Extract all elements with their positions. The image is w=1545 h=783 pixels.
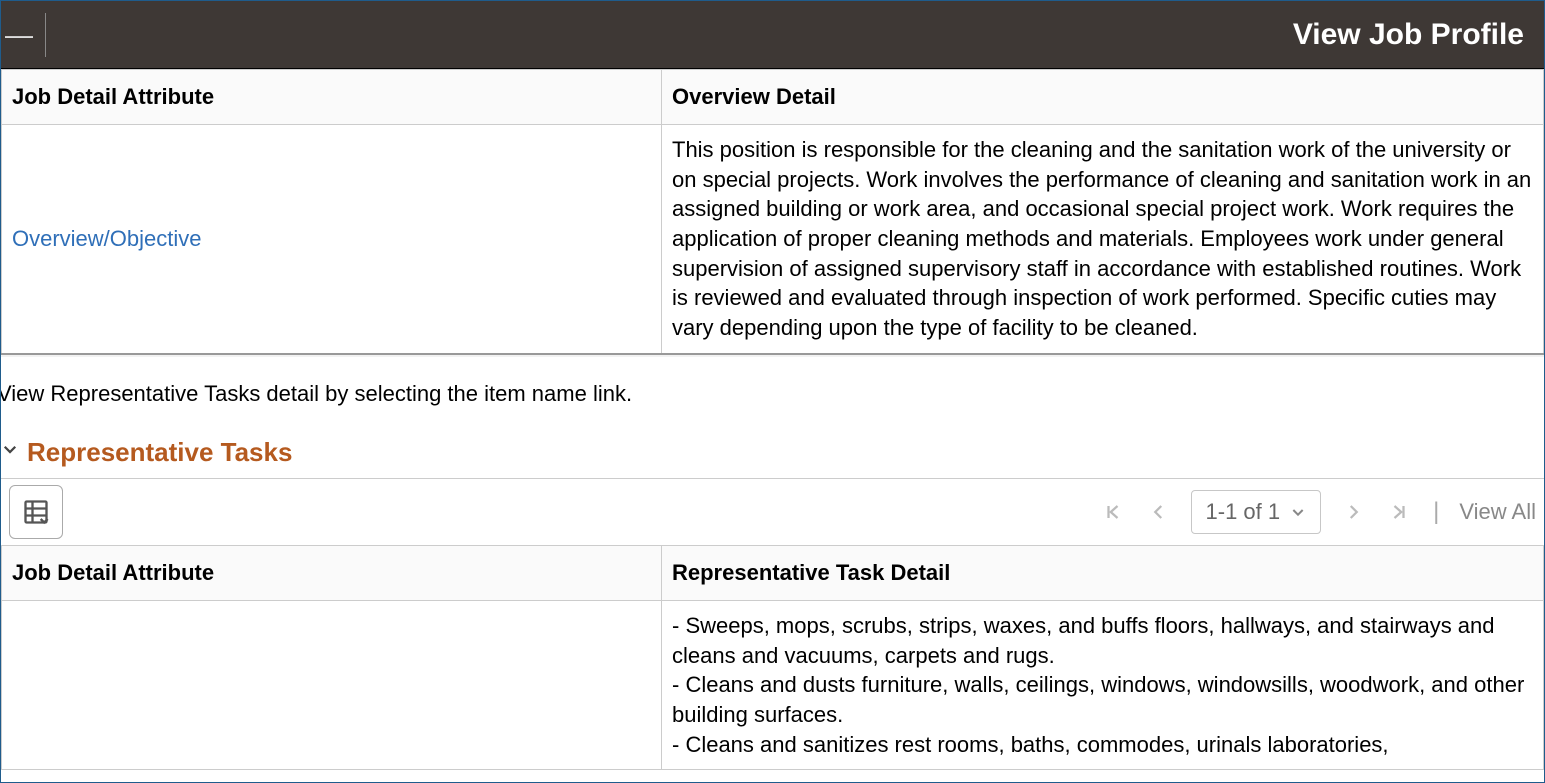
tasks-col-detail: Representative Task Detail [662, 545, 1544, 600]
tasks-instruction: View Representative Tasks detail by sele… [0, 355, 1544, 433]
chevron-down-icon [1, 440, 19, 464]
pager-range-button[interactable]: 1-1 of 1 [1191, 490, 1322, 534]
table-row: Overview/Objective This position is resp… [2, 125, 1544, 354]
pager-separator: | [1431, 498, 1441, 526]
last-page-icon [1390, 501, 1408, 523]
pager: 1-1 of 1 | View All [1099, 490, 1536, 534]
header-divider [45, 13, 46, 57]
overview-detail-cell: This position is responsible for the cle… [662, 125, 1544, 354]
overview-col-attr: Job Detail Attribute [2, 70, 662, 125]
tasks-detail-cell: - Sweeps, mops, scrubs, strips, waxes, a… [662, 600, 1544, 769]
representative-tasks-header[interactable]: Representative Tasks [1, 433, 1544, 478]
chevron-left-icon [1150, 501, 1168, 523]
page-header: — View Job Profile [1, 1, 1544, 69]
menu-toggle-icon[interactable]: — [5, 21, 33, 49]
overview-table: Job Detail Attribute Overview Detail Ove… [1, 69, 1544, 355]
grid-action-menu-button[interactable] [9, 485, 63, 539]
pager-prev-button[interactable] [1145, 501, 1173, 523]
view-all-link[interactable]: View All [1459, 499, 1536, 525]
pager-last-button[interactable] [1385, 501, 1413, 523]
section-title: Representative Tasks [27, 437, 292, 468]
chevron-down-icon [1290, 504, 1306, 520]
tasks-table: Job Detail Attribute Representative Task… [1, 545, 1544, 770]
page-title: View Job Profile [1293, 18, 1524, 52]
chevron-right-icon [1344, 501, 1362, 523]
tasks-attr-cell [2, 600, 662, 769]
first-page-icon [1104, 501, 1122, 523]
grid-icon [22, 498, 50, 526]
pager-range-text: 1-1 of 1 [1206, 499, 1281, 525]
pager-first-button[interactable] [1099, 501, 1127, 523]
table-row: - Sweeps, mops, scrubs, strips, waxes, a… [2, 600, 1544, 769]
pager-next-button[interactable] [1339, 501, 1367, 523]
overview-objective-link[interactable]: Overview/Objective [12, 226, 202, 251]
overview-col-detail: Overview Detail [662, 70, 1544, 125]
tasks-toolbar: 1-1 of 1 | View All [1, 478, 1544, 545]
tasks-col-attr: Job Detail Attribute [2, 545, 662, 600]
